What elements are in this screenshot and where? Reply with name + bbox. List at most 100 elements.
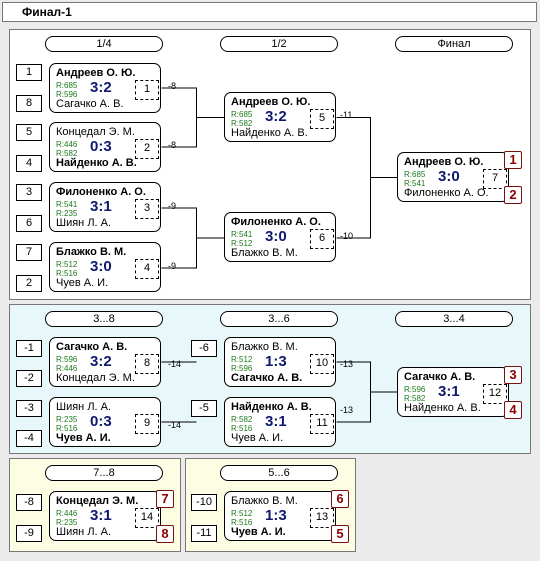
- match-number: 5: [310, 109, 334, 129]
- player-1-rating: R:541: [56, 200, 78, 209]
- player-2-name: Найденко А. В.: [231, 127, 308, 139]
- seed-p78-1: -9: [16, 525, 42, 542]
- player-1-name: Андреев О. Ю.: [231, 96, 311, 108]
- player-1-name: Андреев О. Ю.: [56, 67, 136, 79]
- match-score: 3:2: [90, 79, 112, 96]
- loser-destination-label: -9: [168, 201, 177, 211]
- header-round-1-4: 1/4: [45, 36, 163, 52]
- seed-p78-0: -8: [16, 494, 42, 511]
- match-number: 10: [310, 354, 334, 374]
- player-1-rating: R:512: [231, 355, 253, 364]
- match-number: 9: [135, 414, 159, 434]
- seed-main-1: 8: [16, 95, 42, 112]
- player-2-name: Чуев А. И.: [56, 432, 111, 444]
- match-score: 3:1: [265, 413, 287, 430]
- player-2-name: Сагачко А. В.: [231, 372, 303, 384]
- player-1-rating: R:512: [56, 260, 78, 269]
- match-score: 1:3: [265, 353, 287, 370]
- match-m1[interactable]: Андреев О. Ю. R:685 R:596 Сагачко А. В. 3:2 1: [49, 63, 161, 113]
- seed-p56-0: -10: [191, 494, 217, 511]
- player-1-name: Андреев О. Ю.: [404, 156, 484, 168]
- player-2-name: Найденко А. В.: [56, 157, 137, 169]
- match-score: 3:0: [438, 168, 460, 185]
- match-m14[interactable]: Концедал Э. М. R:446 R:235 Шиян Л. А. 3:1 14 7…: [49, 490, 174, 543]
- loser-destination-label: -13: [340, 359, 354, 369]
- player-1-name: Сагачко А. В.: [56, 341, 128, 353]
- player-1-name: Филоненко А. О.: [231, 216, 321, 228]
- player-1-rating: R:596: [404, 385, 426, 394]
- match-number: 11: [310, 414, 334, 434]
- match-number: 3: [135, 199, 159, 219]
- match-score: 0:3: [90, 413, 112, 430]
- match-score: 3:2: [265, 108, 287, 125]
- place-badge-top: 1: [504, 151, 522, 169]
- player-1-name: Блажко В. М.: [56, 246, 127, 258]
- loser-destination-label: -11: [340, 110, 353, 120]
- bracket-window: Финал-1 1/4 1/2 Финал 3...8 3...6 3...4 7...8 5…: [0, 0, 540, 561]
- match-m13[interactable]: Блажко В. М. R:512 R:516 Чуев А. И. 1:3 13 6 5: [224, 490, 349, 543]
- player-1-rating: R:235: [56, 415, 78, 424]
- header-round-1-2: 1/2: [220, 36, 338, 52]
- player-2-name: Шиян Л. А.: [56, 526, 112, 538]
- match-m11[interactable]: Найденко А. В. R:582 R:516 Чуев А. И. 3:1 11: [224, 397, 336, 447]
- place-badge-bottom: 2: [504, 186, 522, 204]
- match-number: 4: [135, 259, 159, 279]
- player-2-name: Найденко А. В.: [404, 402, 481, 414]
- seed-cons-1: -2: [16, 370, 42, 387]
- match-m4[interactable]: Блажко В. М. R:512 R:516 Чуев А. И. 3:0 4: [49, 242, 161, 292]
- player-1-rating: R:582: [231, 415, 253, 424]
- place-badge-top: 6: [331, 490, 349, 508]
- loser-destination-label: -13: [340, 405, 354, 415]
- loser-destination-label: -9: [168, 261, 177, 271]
- player-1-name: Шиян Л. А.: [56, 401, 112, 413]
- seed-main-0: 1: [16, 64, 42, 81]
- player-1-name: Филоненко А. О.: [56, 186, 146, 198]
- loser-destination-label: -14: [168, 359, 182, 369]
- player-2-name: Филоненко А. О.: [404, 187, 489, 199]
- seed-main-3: 4: [16, 155, 42, 172]
- loser-destination-label: -8: [168, 81, 177, 91]
- player-1-name: Концедал Э. М.: [56, 126, 135, 138]
- player-2-name: Блажко В. М.: [231, 247, 298, 259]
- match-number: 1: [135, 80, 159, 100]
- player-2-name: Концедал Э. М.: [56, 372, 135, 384]
- match-number: 8: [135, 354, 159, 374]
- player-2-name: Шиян Л. А.: [56, 217, 112, 229]
- player-1-rating: R:685: [404, 170, 426, 179]
- player-2-name: Сагачко А. В.: [56, 98, 124, 110]
- match-m9[interactable]: Шиян Л. А. R:235 R:516 Чуев А. И. 0:3 9: [49, 397, 161, 447]
- loser-destination-label: -14: [168, 420, 182, 430]
- player-1-name: Блажко В. М.: [231, 341, 298, 353]
- match-score: 0:3: [90, 138, 112, 155]
- player-1-rating: R:685: [231, 110, 253, 119]
- seed-p56-1: -11: [191, 525, 217, 542]
- match-number: 2: [135, 139, 159, 159]
- match-m8[interactable]: Сагачко А. В. R:596 R:446 Концедал Э. М. 3:2…: [49, 337, 161, 387]
- place-badge-top: 7: [156, 490, 174, 508]
- seed-main-6: 7: [16, 244, 42, 261]
- match-m3[interactable]: Филоненко А. О. R:541 R:235 Шиян Л. А. 3:1 3: [49, 182, 161, 232]
- place-badge-bottom: 8: [156, 525, 174, 543]
- player-1-name: Найденко А. В.: [231, 401, 312, 413]
- seed-main-2: 5: [16, 124, 42, 141]
- player-2-name: Чуев А. И.: [231, 432, 284, 444]
- player-2-name: Чуев А. И.: [56, 277, 109, 289]
- player-1-rating: R:512: [231, 509, 253, 518]
- match-m10[interactable]: Блажко В. М. R:512 R:596 Сагачко А. В. 1:3 10: [224, 337, 336, 387]
- match-m2[interactable]: Концедал Э. М. R:446 R:582 Найденко А. В. 0:…: [49, 122, 161, 172]
- match-m7[interactable]: Андреев О. Ю. R:685 R:541 Филоненко А. О. 3:…: [397, 151, 522, 204]
- seed-main-4: 3: [16, 184, 42, 201]
- player-1-rating: R:685: [56, 81, 78, 90]
- match-m6[interactable]: Филоненко А. О. R:541 R:512 Блажко В. М. 3:0…: [224, 212, 336, 262]
- player-1-rating: R:446: [56, 140, 78, 149]
- match-m5[interactable]: Андреев О. Ю. R:685 R:582 Найденко А. В. 3:2…: [224, 92, 336, 142]
- seed-cons-2: -3: [16, 400, 42, 417]
- place-badge-bottom: 4: [504, 401, 522, 419]
- match-score: 3:1: [438, 383, 460, 400]
- player-1-name: Сагачко А. В.: [404, 371, 476, 383]
- match-score: 3:0: [265, 228, 287, 245]
- match-number: 6: [310, 229, 334, 249]
- header-round-3-6: 3...6: [220, 311, 338, 327]
- match-m12[interactable]: Сагачко А. В. R:596 R:582 Найденко А. В. 3:1…: [397, 366, 522, 419]
- seed-main-5: 6: [16, 215, 42, 232]
